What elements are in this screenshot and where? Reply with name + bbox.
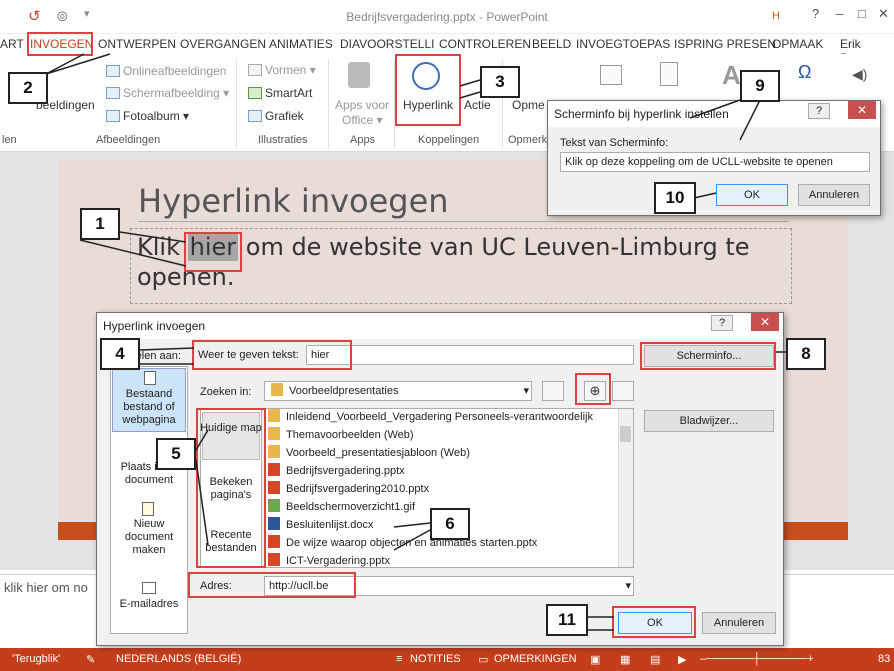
- callout-6: 6: [430, 508, 470, 540]
- callout-3: 3: [480, 66, 520, 98]
- callout-5: 5: [156, 438, 196, 470]
- callout-4: 4: [100, 338, 140, 370]
- callout-8: 8: [786, 338, 826, 370]
- callout-10: 10: [654, 182, 696, 214]
- callout-2: 2: [8, 72, 48, 104]
- callout-9: 9: [740, 70, 780, 102]
- callout-1: 1: [80, 208, 120, 240]
- callout-11: 11: [546, 604, 588, 636]
